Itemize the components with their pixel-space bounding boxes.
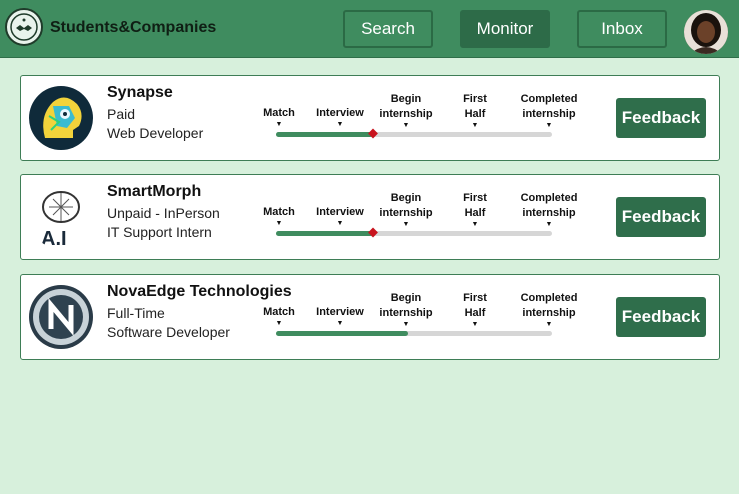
stage-label: Interview ▼ bbox=[316, 306, 364, 327]
feedback-button[interactable]: Feedback bbox=[616, 197, 706, 237]
brand-name[interactable]: Students&Companies bbox=[50, 19, 216, 37]
inbox-button[interactable]: Inbox bbox=[577, 10, 667, 48]
stage-label: Completed internship ▼ bbox=[520, 93, 578, 129]
monitor-button[interactable]: Monitor bbox=[460, 10, 550, 48]
stage-label: Completed internship ▼ bbox=[520, 292, 578, 328]
stage-pointer-icon: ▼ bbox=[545, 122, 553, 129]
stage-pointer-icon: ▼ bbox=[275, 121, 283, 128]
feedback-button[interactable]: Feedback bbox=[616, 297, 706, 337]
progress-fill bbox=[276, 231, 373, 236]
stage-pointer-icon: ▼ bbox=[471, 221, 479, 228]
stage-pointer-icon: ▼ bbox=[471, 321, 479, 328]
internship-role: IT Support Intern bbox=[107, 224, 212, 240]
stage-label: First Half ▼ bbox=[463, 292, 487, 328]
stage-label: Match ▼ bbox=[263, 107, 295, 128]
user-avatar[interactable] bbox=[684, 10, 728, 54]
stage-pointer-icon: ▼ bbox=[336, 320, 344, 327]
stage-label: Begin internship ▼ bbox=[379, 192, 433, 228]
internship-type: Full-Time bbox=[107, 305, 165, 321]
top-nav-bar: Students&Companies Search Monitor Inbox bbox=[0, 0, 739, 58]
internship-card: A.I SmartMorph Unpaid - InPerson IT Supp… bbox=[20, 174, 720, 260]
internship-role: Software Developer bbox=[107, 324, 230, 340]
stage-label: First Half ▼ bbox=[463, 192, 487, 228]
company-name[interactable]: Synapse bbox=[107, 84, 173, 102]
stage-pointer-icon: ▼ bbox=[336, 220, 344, 227]
stage-pointer-icon: ▼ bbox=[545, 221, 553, 228]
stage-label: Completed internship ▼ bbox=[520, 192, 578, 228]
progress-track bbox=[276, 227, 552, 237]
stage-label: Interview ▼ bbox=[316, 206, 364, 227]
company-logo bbox=[29, 86, 93, 150]
internship-type: Paid bbox=[107, 106, 136, 122]
progress-track bbox=[276, 331, 552, 336]
feedback-button[interactable]: Feedback bbox=[616, 98, 706, 138]
progress-fill bbox=[276, 132, 373, 137]
svg-text:A.I: A.I bbox=[41, 228, 67, 249]
stage-pointer-icon: ▼ bbox=[402, 321, 410, 328]
stage-pointer-icon: ▼ bbox=[402, 221, 410, 228]
company-name[interactable]: SmartMorph bbox=[107, 183, 201, 201]
stage-label: Begin internship ▼ bbox=[379, 292, 433, 328]
stage-label: Begin internship ▼ bbox=[379, 93, 433, 129]
stage-label: Match ▼ bbox=[263, 206, 295, 227]
company-logo bbox=[29, 285, 93, 349]
company-name[interactable]: NovaEdge Technologies bbox=[107, 283, 292, 301]
stage-label: Interview ▼ bbox=[316, 107, 364, 128]
stage-pointer-icon: ▼ bbox=[471, 122, 479, 129]
brand-logo-icon[interactable] bbox=[5, 8, 43, 46]
internship-card: NovaEdge Technologies Full-Time Software… bbox=[20, 274, 720, 360]
progress-track bbox=[276, 128, 552, 138]
internship-card: Synapse Paid Web Developer Match ▼ Interv… bbox=[20, 75, 720, 161]
stage-pointer-icon: ▼ bbox=[402, 122, 410, 129]
stage-label: First Half ▼ bbox=[463, 93, 487, 129]
internship-type: Unpaid - InPerson bbox=[107, 205, 220, 221]
stage-pointer-icon: ▼ bbox=[336, 121, 344, 128]
progress-fill bbox=[276, 331, 409, 336]
stage-pointer-icon: ▼ bbox=[275, 220, 283, 227]
stage-label: Match ▼ bbox=[263, 306, 295, 327]
company-logo: A.I bbox=[29, 185, 93, 249]
stage-pointer-icon: ▼ bbox=[275, 320, 283, 327]
stage-pointer-icon: ▼ bbox=[545, 321, 553, 328]
search-button[interactable]: Search bbox=[343, 10, 433, 48]
internship-role: Web Developer bbox=[107, 125, 204, 141]
